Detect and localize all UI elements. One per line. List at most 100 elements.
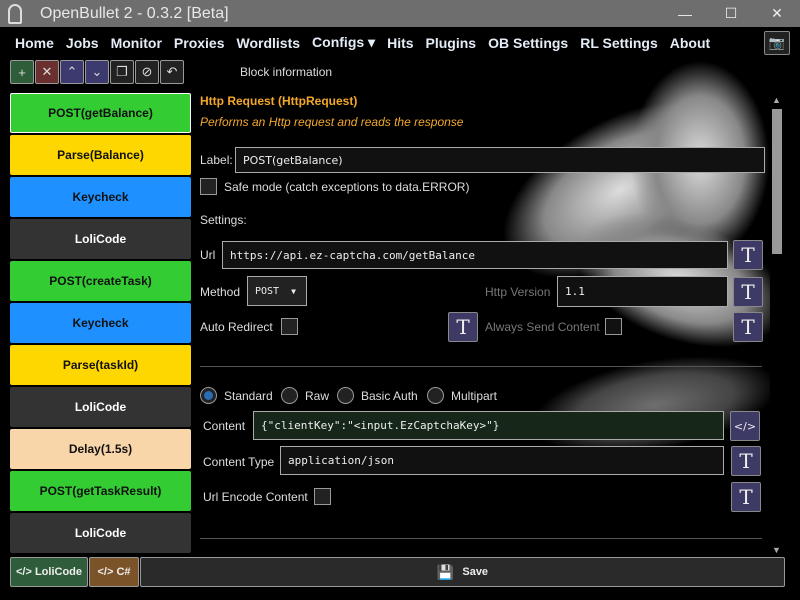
nav-item-monitor[interactable]: Monitor — [111, 35, 162, 51]
label-input[interactable]: POST(getBalance) — [235, 147, 765, 173]
http-version-label: Http Version — [485, 285, 551, 299]
close-button[interactable]: ✕ — [754, 0, 800, 27]
code-icon: </> — [733, 419, 757, 433]
divider — [200, 538, 762, 539]
csharp-button[interactable]: </> C# — [89, 557, 139, 587]
lolicode-button[interactable]: </> LoliCode — [10, 557, 88, 587]
block-description: Performs an Http request and reads the r… — [200, 115, 464, 129]
radio-basic-auth[interactable] — [337, 387, 354, 404]
block-item[interactable]: Keycheck — [10, 303, 191, 343]
save-button[interactable]: 💾 Save — [140, 557, 785, 587]
method-label: Method — [200, 285, 241, 299]
url-label: Url — [200, 248, 216, 262]
content-label: Content — [203, 419, 246, 433]
content-type-input[interactable]: application/json — [280, 446, 724, 475]
block-toolbar: + ✕ ⌃ ⌄ ❐ ⊘ ↶ — [10, 60, 184, 84]
always-send-content-label: Always Send Content — [485, 320, 600, 334]
nav-item-jobs[interactable]: Jobs — [66, 35, 99, 51]
save-label: Save — [462, 566, 489, 578]
block-item[interactable]: Delay(1.5s) — [10, 429, 191, 469]
t-icon: T — [456, 315, 470, 339]
nav-item-about[interactable]: About — [670, 35, 710, 51]
nav-item-wordlists[interactable]: Wordlists — [237, 35, 301, 51]
block-item[interactable]: LoliCode — [10, 513, 191, 553]
window-title: OpenBullet 2 - 0.3.2 [Beta] — [40, 4, 229, 22]
block-item[interactable]: Keycheck — [10, 177, 191, 217]
radio-standard-label: Standard — [224, 389, 273, 403]
content-type-label: Content Type — [203, 455, 275, 469]
settings-label: Settings: — [200, 213, 247, 227]
block-item[interactable]: LoliCode — [10, 387, 191, 427]
scroll-up-icon[interactable]: ▲ — [772, 95, 781, 105]
nav-item-configs[interactable]: Configs ▾ — [312, 34, 375, 51]
block-title: Http Request (HttpRequest) — [200, 94, 358, 108]
maximize-button[interactable]: ☐ — [708, 0, 754, 27]
url-encode-label: Url Encode Content — [203, 490, 308, 504]
scroll-down-icon[interactable]: ▼ — [772, 545, 781, 555]
t-icon: T — [741, 280, 755, 304]
method-value: POST — [255, 285, 280, 297]
radio-basic-auth-label: Basic Auth — [361, 389, 418, 403]
nav-item-plugins[interactable]: Plugins — [426, 35, 477, 51]
label-label: Label: — [200, 153, 233, 167]
save-icon: 💾 — [436, 563, 455, 580]
t-icon: T — [739, 449, 753, 473]
always-send-content-checkbox[interactable] — [605, 318, 622, 335]
nav-item-proxies[interactable]: Proxies — [174, 35, 225, 51]
url-text-mode-button[interactable]: T — [733, 240, 763, 270]
remove-block-button[interactable]: ✕ — [35, 60, 59, 84]
title-bar: OpenBullet 2 - 0.3.2 [Beta] — ☐ ✕ — [0, 0, 800, 27]
background-artwork — [430, 60, 770, 600]
url-encode-checkbox[interactable] — [314, 488, 331, 505]
move-down-button[interactable]: ⌄ — [85, 60, 109, 84]
clone-block-button[interactable]: ❐ — [110, 60, 134, 84]
nav-item-obsettings[interactable]: OB Settings — [488, 35, 568, 51]
app-logo-icon — [8, 3, 22, 24]
undo-button[interactable]: ↶ — [160, 60, 184, 84]
auto-redirect-label: Auto Redirect — [200, 320, 273, 334]
code-mode-button[interactable]: </> — [730, 411, 760, 441]
block-item[interactable]: POST(createTask) — [10, 261, 191, 301]
block-item[interactable]: POST(getBalance) — [10, 93, 191, 133]
t-icon: T — [741, 243, 755, 267]
radio-raw[interactable] — [281, 387, 298, 404]
camera-icon: 📷 — [768, 35, 786, 50]
divider — [200, 366, 762, 367]
auto-redirect-text-mode-button[interactable]: T — [448, 312, 478, 342]
block-item[interactable]: Parse(Balance) — [10, 135, 191, 175]
radio-raw-label: Raw — [305, 389, 330, 403]
safe-mode-checkbox[interactable] — [200, 178, 217, 195]
main-nav: Home Jobs Monitor Proxies Wordlists Configs ▾… — [0, 27, 800, 58]
panel-header: Block information — [240, 65, 333, 79]
method-select[interactable]: POST ▼ — [247, 276, 307, 306]
screenshot-camera-button[interactable]: 📷 — [764, 31, 790, 55]
radio-multipart-label: Multipart — [451, 389, 498, 403]
disable-block-button[interactable]: ⊘ — [135, 60, 159, 84]
content-input[interactable]: {"clientKey":"<input.EzCaptchaKey>"} — [253, 411, 724, 440]
block-item[interactable]: POST(getTaskResult) — [10, 471, 191, 511]
url-input[interactable]: https://api.ez-captcha.com/getBalance — [222, 241, 728, 269]
nav-item-rlsettings[interactable]: RL Settings — [580, 35, 658, 51]
http-version-input[interactable]: 1.1 — [557, 276, 728, 307]
auto-redirect-checkbox[interactable] — [281, 318, 298, 335]
nav-item-hits[interactable]: Hits — [387, 35, 413, 51]
radio-multipart[interactable] — [427, 387, 444, 404]
http-version-text-mode-button[interactable]: T — [733, 277, 763, 307]
t-icon: T — [739, 485, 753, 509]
block-item[interactable]: LoliCode — [10, 219, 191, 259]
radio-standard[interactable] — [200, 387, 217, 404]
move-up-button[interactable]: ⌃ — [60, 60, 84, 84]
url-encode-text-mode-button[interactable]: T — [731, 482, 761, 512]
block-list: POST(getBalance) Parse(Balance) Keycheck Lo… — [10, 93, 191, 555]
minimize-button[interactable]: — — [662, 0, 708, 27]
nav-item-home[interactable]: Home — [15, 35, 54, 51]
add-block-button[interactable]: + — [10, 60, 34, 84]
t-icon: T — [741, 315, 755, 339]
content-type-text-mode-button[interactable]: T — [731, 446, 761, 476]
scrollbar-thumb[interactable] — [772, 109, 782, 254]
safe-mode-label: Safe mode (catch exceptions to data.ERRO… — [224, 180, 470, 194]
scrollbar[interactable]: ▲ ▼ — [770, 95, 784, 555]
block-item[interactable]: Parse(taskId) — [10, 345, 191, 385]
always-send-text-mode-button[interactable]: T — [733, 312, 763, 342]
chevron-down-icon: ▼ — [291, 286, 296, 296]
